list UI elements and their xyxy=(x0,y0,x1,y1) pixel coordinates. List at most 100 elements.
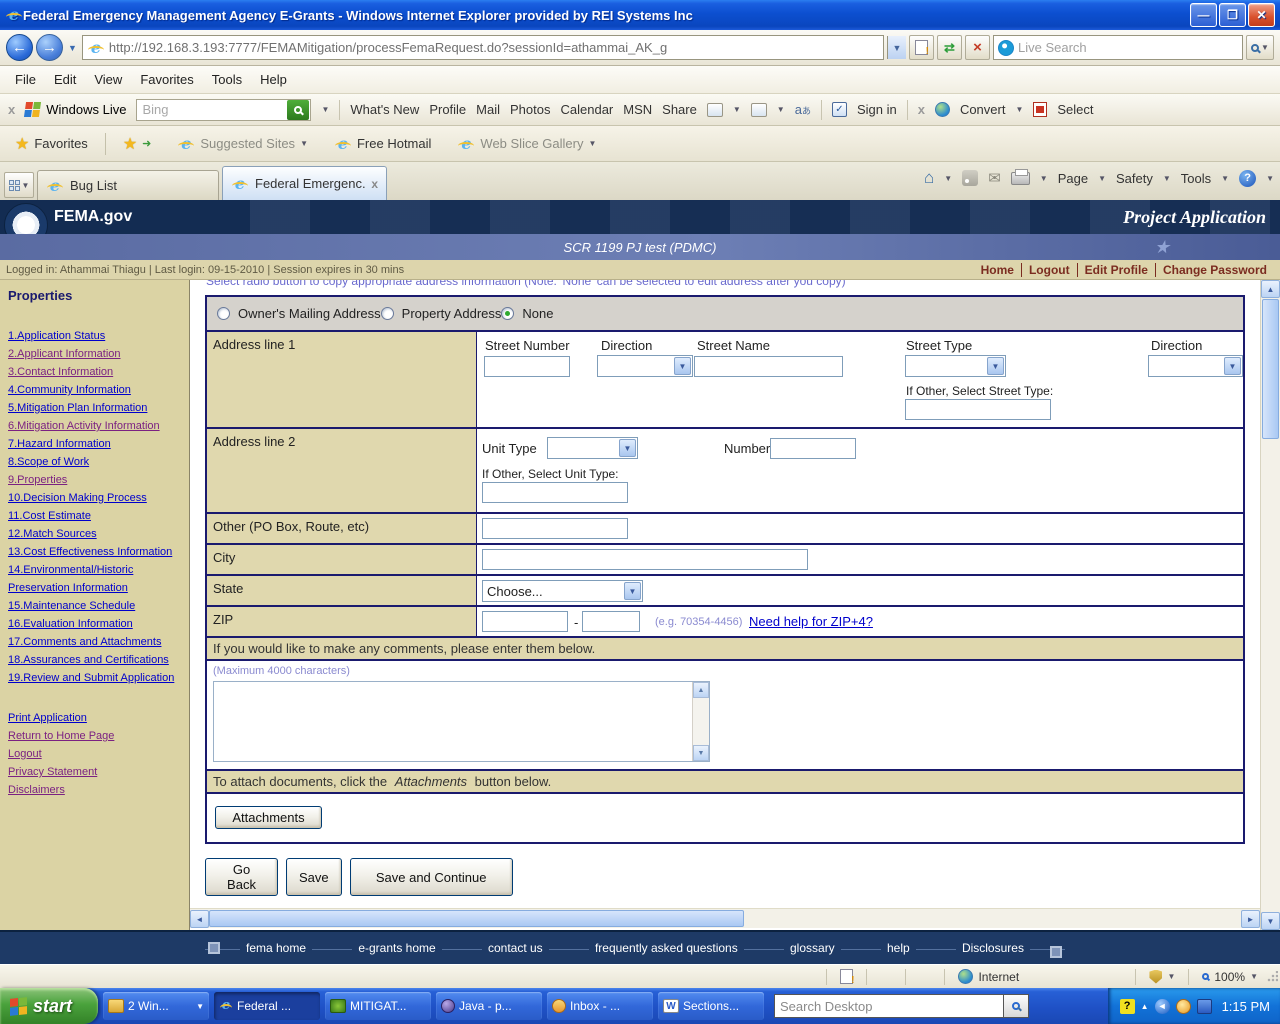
read-mail-button[interactable]: ✉ xyxy=(988,169,1001,187)
photo-tool-dropdown[interactable]: ▼ xyxy=(733,105,741,114)
city-input[interactable] xyxy=(482,549,808,570)
menu-favorites[interactable]: Favorites xyxy=(131,68,202,91)
back-button[interactable]: ← xyxy=(6,34,33,61)
home-button[interactable]: ⌂ xyxy=(924,168,934,188)
rss-feeds-icon[interactable] xyxy=(962,170,978,186)
unit-number-input[interactable] xyxy=(770,438,856,459)
radio-property-address[interactable]: Property Address xyxy=(381,306,502,321)
scroll-up-icon[interactable]: ▲ xyxy=(693,682,709,698)
tray-outlook-icon[interactable] xyxy=(1176,999,1191,1014)
direction-2-select[interactable]: ▼ xyxy=(1148,355,1243,377)
start-button[interactable]: start xyxy=(0,988,98,1024)
footer-fema-home-link[interactable]: fema home xyxy=(240,941,312,955)
taskbar-window-group[interactable]: 2 Win... ▼ xyxy=(103,992,209,1020)
live-search-box[interactable]: Live Search xyxy=(993,35,1243,60)
radio-owners-mailing-address[interactable]: Owner's Mailing Address xyxy=(217,306,381,321)
sidebar-item-decision-making-process[interactable]: 10.Decision Making Process xyxy=(8,489,185,507)
nav-edit-profile-link[interactable]: Edit Profile xyxy=(1077,263,1155,277)
tab-federal-emergency[interactable]: e Federal Emergenc... x xyxy=(222,166,387,200)
print-dropdown[interactable]: ▼ xyxy=(1040,174,1048,183)
news-tool-dropdown[interactable]: ▼ xyxy=(777,105,785,114)
link-photos[interactable]: Photos xyxy=(510,102,550,117)
sidebar-item-match-sources[interactable]: 12.Match Sources xyxy=(8,525,185,543)
sidebar-item-application-status[interactable]: 1.Application Status xyxy=(8,327,185,345)
url-dropdown[interactable]: ▼ xyxy=(887,36,906,59)
search-desktop-input[interactable] xyxy=(774,994,1003,1018)
convert-dropdown[interactable]: ▼ xyxy=(1015,105,1023,114)
sidebar-item-environmental-historic[interactable]: 14.Environmental/Historic Preservation I… xyxy=(8,561,185,597)
link-profile[interactable]: Profile xyxy=(429,102,466,117)
toolbar2-close-icon[interactable]: x xyxy=(918,102,925,117)
menu-edit[interactable]: Edit xyxy=(45,68,85,91)
state-select[interactable]: Choose...▼ xyxy=(482,580,643,602)
footer-contact-us-link[interactable]: contact us xyxy=(482,941,549,955)
resize-grip[interactable] xyxy=(1266,971,1278,983)
print-button[interactable] xyxy=(1011,172,1030,185)
tray-network-icon[interactable] xyxy=(1197,999,1212,1014)
close-button[interactable]: ✕ xyxy=(1248,3,1275,27)
save-button[interactable]: Save xyxy=(286,858,342,896)
scroll-down-icon[interactable]: ▼ xyxy=(693,745,709,761)
stop-button[interactable]: × xyxy=(965,35,990,60)
if-other-unit-type-input[interactable] xyxy=(482,482,628,503)
safety-menu-dropdown[interactable]: ▼ xyxy=(1163,174,1171,183)
sidebar-item-contact-information[interactable]: 3.Contact Information xyxy=(8,363,185,381)
sidebar-privacy-statement-link[interactable]: Privacy Statement xyxy=(8,763,185,781)
taskbar-window-federal[interactable]: e Federal ... xyxy=(214,992,320,1020)
scroll-left-icon[interactable]: ◄ xyxy=(190,910,209,928)
street-name-input[interactable] xyxy=(694,356,843,377)
sidebar-item-community-information[interactable]: 4.Community Information xyxy=(8,381,185,399)
sidebar-item-review-and-submit[interactable]: 19.Review and Submit Application xyxy=(8,669,185,687)
unit-type-select[interactable]: ▼ xyxy=(547,437,638,459)
scroll-down-icon[interactable]: ▼ xyxy=(1261,912,1280,930)
suggested-sites-button[interactable]: e Suggested Sites ▼ xyxy=(168,130,317,158)
bing-dropdown[interactable]: ▼ xyxy=(321,105,329,114)
sidebar-item-mitigation-plan-information[interactable]: 5.Mitigation Plan Information xyxy=(8,399,185,417)
sidebar-logout-link[interactable]: Logout xyxy=(8,745,185,763)
photo-tool-icon[interactable] xyxy=(707,103,723,117)
tab-bug-list[interactable]: e Bug List xyxy=(37,170,219,200)
search-options-dropdown[interactable]: ▼ xyxy=(1261,43,1269,52)
url-field[interactable]: e http://192.168.3.193:7777/FEMAMitigati… xyxy=(82,35,884,60)
protected-mode-button[interactable]: ▼ xyxy=(1141,970,1183,984)
vertical-scroll-thumb[interactable] xyxy=(1262,299,1279,439)
zip-plus4-input[interactable] xyxy=(582,611,640,632)
footer-egrants-home-link[interactable]: e-grants home xyxy=(352,941,441,955)
translate-icon[interactable]: aあ xyxy=(795,102,811,117)
horizontal-scrollbar[interactable]: ◄ ► xyxy=(190,908,1260,928)
minimize-button[interactable]: — xyxy=(1190,3,1217,27)
taskbar-window-inbox[interactable]: Inbox - ... xyxy=(547,992,653,1020)
link-whats-new[interactable]: What's New xyxy=(350,102,419,117)
tray-help-icon[interactable]: ? xyxy=(1120,999,1135,1014)
sidebar-item-properties[interactable]: 9.Properties xyxy=(8,471,185,489)
search-go-button[interactable]: ▼ xyxy=(1246,35,1274,60)
sidebar-item-assurances-and-certifications[interactable]: 18.Assurances and Certifications xyxy=(8,651,185,669)
help-button[interactable]: ? xyxy=(1239,170,1256,187)
if-other-street-type-input[interactable] xyxy=(905,399,1051,420)
scroll-right-icon[interactable]: ► xyxy=(1241,910,1260,928)
footer-disclosures-link[interactable]: Disclosures xyxy=(956,941,1030,955)
safety-menu-button[interactable]: Safety xyxy=(1116,171,1153,186)
favorites-button[interactable]: ★ Favorites xyxy=(6,129,97,159)
desktop-search[interactable] xyxy=(774,994,1029,1018)
bing-search-input[interactable]: Bing xyxy=(136,99,311,121)
tab-list-dropdown[interactable]: ▼ xyxy=(22,181,30,190)
page-menu-dropdown[interactable]: ▼ xyxy=(1098,174,1106,183)
taskbar-window-sections[interactable]: W Sections... xyxy=(658,992,764,1020)
sign-in-link[interactable]: Sign in xyxy=(857,102,897,117)
zoom-control[interactable]: 100% ▼ xyxy=(1194,970,1266,984)
zip-input[interactable] xyxy=(482,611,568,632)
horizontal-scroll-thumb[interactable] xyxy=(209,910,744,927)
select-link[interactable]: Select xyxy=(1057,102,1093,117)
taskbar-window-java[interactable]: Java - p... xyxy=(436,992,542,1020)
group-dropdown-icon[interactable]: ▼ xyxy=(196,1002,204,1011)
compatibility-view-button[interactable] xyxy=(909,35,934,60)
forward-button[interactable]: → xyxy=(36,34,63,61)
tools-menu-dropdown[interactable]: ▼ xyxy=(1221,174,1229,183)
sidebar-return-home-link[interactable]: Return to Home Page xyxy=(8,727,185,745)
sidebar-item-mitigation-activity-information[interactable]: 6.Mitigation Activity Information xyxy=(8,417,185,435)
radio-icon[interactable] xyxy=(217,307,230,320)
save-and-continue-button[interactable]: Save and Continue xyxy=(350,858,513,896)
history-dropdown[interactable]: ▼ xyxy=(66,43,79,53)
restore-button[interactable]: ❐ xyxy=(1219,3,1246,27)
